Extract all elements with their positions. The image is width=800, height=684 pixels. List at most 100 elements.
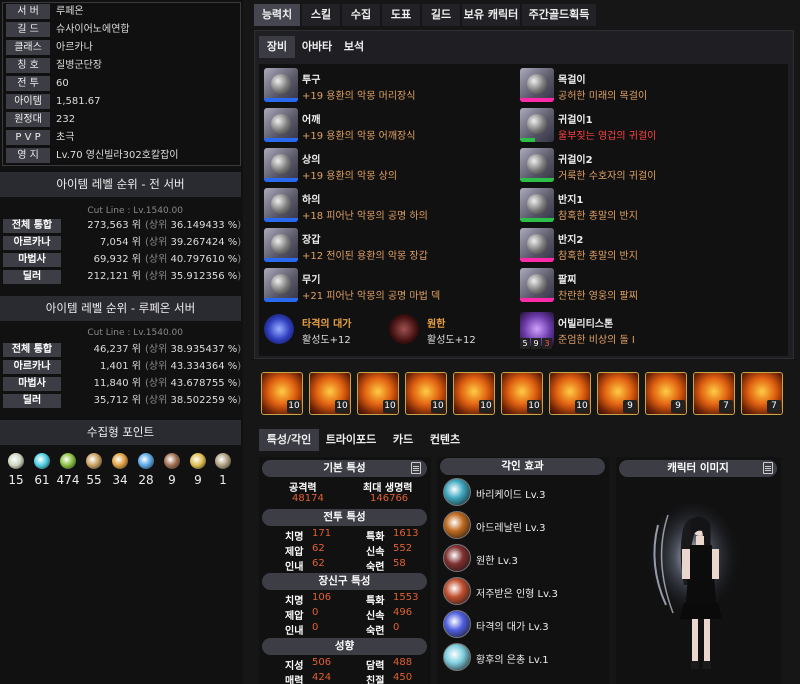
- tab-collection[interactable]: 수집: [342, 4, 380, 26]
- gem-level: 7: [767, 400, 781, 413]
- stat-value: 58: [393, 558, 406, 569]
- collect-value: 9: [168, 473, 176, 487]
- equip-slot[interactable]: 상의 +19 용환의 악몽 상의: [264, 148, 514, 186]
- collect-item[interactable]: 28: [134, 451, 158, 487]
- bottom-armor-icon: [264, 188, 298, 222]
- tab-guild[interactable]: 길드: [422, 4, 460, 26]
- collect-value: 55: [86, 473, 102, 487]
- stat-label: 특화: [366, 596, 385, 607]
- gem-slot[interactable]: 9: [597, 372, 639, 415]
- gem-slot[interactable]: 10: [261, 372, 303, 415]
- stat-value: 1613: [393, 528, 419, 539]
- equip-slot[interactable]: 귀걸이2 거룩한 수호자의 귀걸이: [520, 148, 770, 186]
- gem-slot[interactable]: 10: [405, 372, 447, 415]
- subtab-avatar[interactable]: 아바타: [297, 36, 337, 58]
- rank-number: 69,932 위: [93, 254, 141, 265]
- gem-slot[interactable]: 10: [549, 372, 591, 415]
- equip-slot[interactable]: 반지1 참혹한 종말의 반지: [520, 188, 770, 226]
- engraving-item[interactable]: 저주받은 인형 Lv.3: [443, 577, 603, 607]
- stat-label: 신속: [366, 547, 385, 558]
- set-effect[interactable]: 타격의 대가 활성도+12: [264, 312, 384, 350]
- tab-chart[interactable]: 도표: [382, 4, 420, 26]
- equip-slot[interactable]: 귀걸이1 울부짖는 영겁의 귀걸이: [520, 108, 770, 146]
- engraving-item[interactable]: 바리케이드 Lv.3: [443, 478, 603, 508]
- collect-item[interactable]: 9: [186, 451, 210, 487]
- collect-item[interactable]: 474: [56, 451, 80, 487]
- engravings-panel: 각인 효과 바리케이드 Lv.3 아드레날린 Lv.3 원한 Lv.3 저주받은 인형…: [437, 457, 609, 684]
- stone-count: 5: [520, 338, 530, 349]
- tab-skills[interactable]: 스킬: [302, 4, 340, 26]
- profile-label: P V P: [6, 130, 50, 145]
- equip-slot[interactable]: 무기 +21 피어난 악몽의 공명 마법 덱: [264, 268, 514, 306]
- equip-slot[interactable]: 하의 +18 피어난 악몽의 공명 하의: [264, 188, 514, 226]
- copy-icon[interactable]: [411, 462, 421, 474]
- profile-label: 전 투: [6, 76, 50, 91]
- rank-label: 딜러: [3, 394, 61, 408]
- stat-label: 특화: [366, 532, 385, 543]
- engraving-item[interactable]: 황후의 은총 Lv.1: [443, 643, 603, 673]
- equip-slot[interactable]: 어깨 +19 용환의 악몽 어깨장식: [264, 108, 514, 146]
- set-name: 타격의 대가: [302, 319, 352, 330]
- empress-grace-icon: [443, 643, 471, 671]
- cursed-doll-icon: [443, 577, 471, 605]
- subtab-equipment[interactable]: 장비: [259, 36, 295, 58]
- tab-contents[interactable]: 컨텐츠: [424, 429, 466, 451]
- gem-slot[interactable]: 9: [645, 372, 687, 415]
- rank-percent-value: 38.935437 %: [170, 344, 238, 355]
- stat-value: 496: [393, 607, 413, 618]
- strike-master-icon: [443, 610, 471, 638]
- ability-stone[interactable]: 5 9 3 어빌리티스톤 준엄한 비상의 돌 I: [520, 312, 770, 352]
- gem-slot[interactable]: 10: [309, 372, 351, 415]
- profile-label: 클래스: [6, 40, 50, 55]
- collect-item[interactable]: 15: [4, 451, 28, 487]
- gem-slot[interactable]: 10: [453, 372, 495, 415]
- stat-label: 인내: [285, 626, 304, 637]
- collect-item[interactable]: 34: [108, 451, 132, 487]
- collect-item[interactable]: 55: [82, 451, 106, 487]
- item-icon-art: [271, 234, 291, 254]
- rank-percent: (상위 38.935437 %): [145, 344, 242, 355]
- gem-slot[interactable]: 7: [741, 372, 783, 415]
- equip-slot[interactable]: 반지2 참혹한 종말의 반지: [520, 228, 770, 266]
- engraving-name: 저주받은 인형 Lv.3: [476, 589, 558, 600]
- gem-slot[interactable]: 10: [357, 372, 399, 415]
- profile-value[interactable]: 슈사이어노에연합: [56, 22, 130, 37]
- rank-number: 1,401 위: [99, 361, 141, 372]
- profile-row: 영 지 Lv.70 영신빌라302호칼잡이: [6, 147, 236, 164]
- gem-level: 10: [575, 400, 589, 413]
- tab-weekly-gold[interactable]: 주간골드획득: [522, 4, 596, 26]
- combat-stats-title: 전투 특성: [262, 509, 427, 526]
- engraving-item[interactable]: 원한 Lv.3: [443, 544, 603, 574]
- stat-label: 지성: [285, 661, 304, 672]
- collect-item[interactable]: 1: [211, 451, 235, 487]
- tab-characters[interactable]: 보유 캐릭터: [462, 4, 520, 26]
- tab-cards[interactable]: 카드: [386, 429, 420, 451]
- tab-stats[interactable]: 능력치: [254, 4, 300, 26]
- set-effect[interactable]: 원한 활성도+12: [389, 312, 509, 350]
- rank-label: 아르카나: [3, 236, 61, 250]
- equip-slot[interactable]: 팔찌 찬란한 영웅의 팔찌: [520, 268, 770, 306]
- equip-slot[interactable]: 장갑 +12 전이된 용환의 악몽 장갑: [264, 228, 514, 266]
- engraving-item[interactable]: 타격의 대가 Lv.3: [443, 610, 603, 640]
- collect-value: 1: [219, 473, 227, 487]
- tab-tripods[interactable]: 트라이포드: [321, 429, 381, 451]
- profile-value: 232: [56, 114, 76, 125]
- gem-slot[interactable]: 7: [693, 372, 735, 415]
- stat-value: 424: [312, 672, 332, 683]
- collect-item[interactable]: 61: [30, 451, 54, 487]
- stat-label: 제압: [285, 611, 304, 622]
- engraving-item[interactable]: 아드레날린 Lv.3: [443, 511, 603, 541]
- shoulder-icon: [264, 108, 298, 142]
- grudge-icon: [389, 314, 419, 344]
- tab-engravings[interactable]: 특성/각인: [259, 429, 319, 451]
- stat-value: 0: [312, 607, 319, 618]
- set-level: 활성도+12: [427, 335, 476, 346]
- item-icon-art: [271, 194, 291, 214]
- equip-slot[interactable]: 투구 +19 용환의 악몽 머리장식: [264, 68, 514, 106]
- subtab-gems[interactable]: 보석: [339, 36, 369, 58]
- collect-item[interactable]: 9: [160, 451, 184, 487]
- profile-row: 전 투 60: [6, 75, 236, 92]
- copy-icon[interactable]: [763, 462, 773, 474]
- gem-slot[interactable]: 10: [501, 372, 543, 415]
- equip-slot[interactable]: 목걸이 공허한 미래의 목걸이: [520, 68, 770, 106]
